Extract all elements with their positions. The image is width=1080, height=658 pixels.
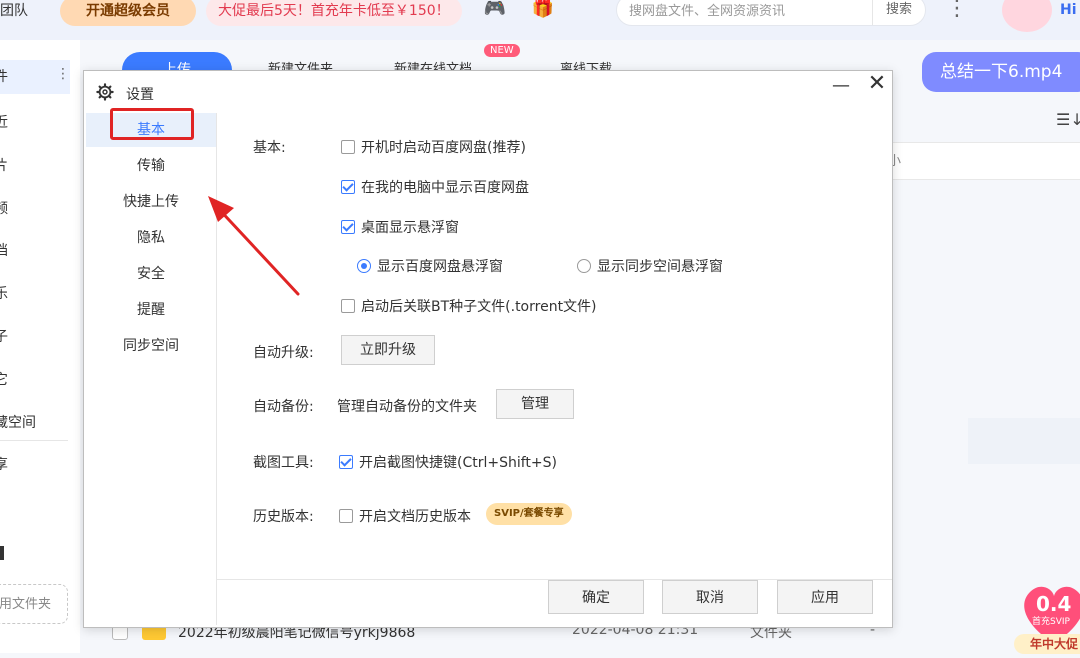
manage-button[interactable]: 管理 — [496, 389, 574, 419]
option-floating-window[interactable]: 桌面显示悬浮窗 — [341, 217, 459, 237]
svip-badge: SVIP/套餐专享 — [486, 503, 572, 525]
radio[interactable] — [577, 259, 591, 273]
section-label-screenshot: 截图工具: — [253, 455, 314, 471]
option-doc-history[interactable]: 开启文档历史版本 — [339, 506, 471, 526]
sidebar-item-seeds[interactable]: 子 — [0, 326, 8, 346]
sidebar — [0, 40, 80, 653]
transfer-highlight-box — [110, 108, 194, 140]
team-button[interactable]: 团队 — [0, 0, 60, 26]
checkbox[interactable] — [341, 299, 355, 313]
checkbox[interactable] — [341, 220, 355, 234]
sidebar-common-folder-button[interactable]: 用文件夹 — [0, 584, 68, 624]
sidebar-item-files[interactable]: 件 — [0, 66, 8, 86]
option-show-in-computer[interactable]: 在我的电脑中显示百度网盘 — [341, 177, 529, 197]
option-label: 在我的电脑中显示百度网盘 — [361, 180, 529, 196]
top-bar: 团队 开通超级会员 大促最后5天！首充年卡低至￥150！ 🎮 🎁 搜索 ⋮ Hi — [0, 0, 1080, 40]
sidebar-item-recent[interactable]: 近 — [0, 112, 8, 132]
greeting-text: Hi — [1060, 2, 1077, 18]
sidebar-item-share[interactable]: 享 — [0, 454, 8, 474]
auto-backup-desc: 管理自动备份的文件夹 — [337, 399, 477, 415]
ok-button[interactable]: 确定 — [548, 580, 644, 614]
sort-icon[interactable]: ☰↓ — [1056, 110, 1080, 129]
promo-banner[interactable]: 大促最后5天！首充年卡低至￥150！ — [206, 0, 462, 26]
sidebar-item-docs[interactable]: 档 — [0, 240, 8, 260]
nav-item-reminder[interactable]: 提醒 — [86, 293, 216, 327]
game-icon[interactable]: 🎮 — [482, 0, 508, 22]
summary-chip[interactable]: 总结一下6.mp4 — [922, 52, 1080, 92]
upgrade-now-button[interactable]: 立即升级 — [341, 335, 435, 365]
promo-amount: 0.4 — [1036, 592, 1072, 616]
promo-ribbon: 年中大促 — [1014, 634, 1080, 654]
checkbox[interactable] — [341, 180, 355, 194]
sidebar-item-marker — [0, 546, 4, 560]
vip-button[interactable]: 开通超级会员 — [60, 0, 196, 26]
radio-label: 显示百度网盘悬浮窗 — [377, 259, 503, 275]
gift-icon[interactable]: 🎁 — [530, 0, 556, 22]
option-autostart[interactable]: 开机时启动百度网盘(推荐) — [341, 137, 526, 157]
settings-content: 基本: 开机时启动百度网盘(推荐) 在我的电脑中显示百度网盘 桌面显示悬浮窗 显… — [217, 113, 892, 579]
option-label: 开机时启动百度网盘(推荐) — [361, 140, 526, 156]
dialog-footer: 确定 取消 应用 — [217, 579, 892, 628]
option-label: 开启文档历史版本 — [359, 509, 471, 525]
nav-item-sync-space[interactable]: 同步空间 — [86, 329, 216, 363]
checkbox[interactable] — [341, 140, 355, 154]
dialog-title: 设置 — [126, 87, 154, 103]
more-menu-icon[interactable]: ⋮ — [944, 0, 970, 24]
promo-sub: 首充SVIP — [1032, 617, 1070, 627]
settings-nav: 基本 传输 快捷上传 隐私 安全 提醒 同步空间 — [84, 113, 217, 625]
option-label: 启动后关联BT种子文件(.torrent文件) — [361, 299, 597, 315]
sidebar-item-vault[interactable]: 藏空间 — [0, 412, 36, 432]
sidebar-more-icon[interactable]: ⋮ — [56, 66, 70, 82]
search-input[interactable] — [627, 0, 877, 23]
sidebar-item-images[interactable]: 片 — [0, 155, 8, 175]
nav-item-security[interactable]: 安全 — [86, 257, 216, 291]
apply-button[interactable]: 应用 — [777, 580, 873, 614]
sidebar-item-music[interactable]: 乐 — [0, 283, 8, 303]
radio-sync-float[interactable]: 显示同步空间悬浮窗 — [577, 256, 723, 276]
minimize-icon[interactable]: — — [828, 73, 854, 99]
settings-dialog: 设置 — ✕ 基本 传输 快捷上传 隐私 安全 提醒 同步空间 基本: 开机时启… — [83, 70, 893, 628]
search-button[interactable]: 搜索 — [872, 0, 925, 25]
radio-baidu-float[interactable]: 显示百度网盘悬浮窗 — [357, 256, 503, 276]
sidebar-divider — [0, 440, 68, 441]
section-label-basic: 基本: — [253, 140, 286, 156]
nav-item-transfer[interactable]: 传输 — [86, 149, 216, 183]
gear-icon — [96, 83, 114, 101]
promo-heart-badge[interactable]: 0.4 首充SVIP 年中大促 — [1014, 574, 1080, 654]
section-label-auto-upgrade: 自动升级: — [253, 345, 314, 361]
nav-item-privacy[interactable]: 隐私 — [86, 221, 216, 255]
close-icon[interactable]: ✕ — [864, 71, 890, 97]
nav-item-quick-upload[interactable]: 快捷上传 — [86, 185, 216, 219]
cancel-button[interactable]: 取消 — [662, 580, 758, 614]
option-label: 桌面显示悬浮窗 — [361, 220, 459, 236]
option-bt-associate[interactable]: 启动后关联BT种子文件(.torrent文件) — [341, 296, 597, 316]
sidebar-item-other[interactable]: 它 — [0, 369, 8, 389]
avatar[interactable] — [1002, 0, 1052, 32]
section-label-history: 历史版本: — [253, 509, 314, 525]
file-list-header — [890, 142, 1080, 180]
file-row-hover — [968, 418, 1080, 464]
option-screenshot-hotkey[interactable]: 开启截图快捷键(Ctrl+Shift+S) — [339, 452, 557, 472]
annotation-arrow-icon — [208, 196, 300, 296]
section-label-auto-backup: 自动备份: — [253, 399, 314, 415]
option-label: 开启截图快捷键(Ctrl+Shift+S) — [359, 455, 558, 471]
checkbox[interactable] — [339, 455, 353, 469]
checkbox[interactable] — [339, 509, 353, 523]
search-box: 搜索 — [616, 0, 926, 26]
radio[interactable] — [357, 259, 371, 273]
sidebar-item-videos[interactable]: 频 — [0, 198, 8, 218]
radio-label: 显示同步空间悬浮窗 — [597, 259, 723, 275]
new-badge: NEW — [484, 44, 520, 57]
